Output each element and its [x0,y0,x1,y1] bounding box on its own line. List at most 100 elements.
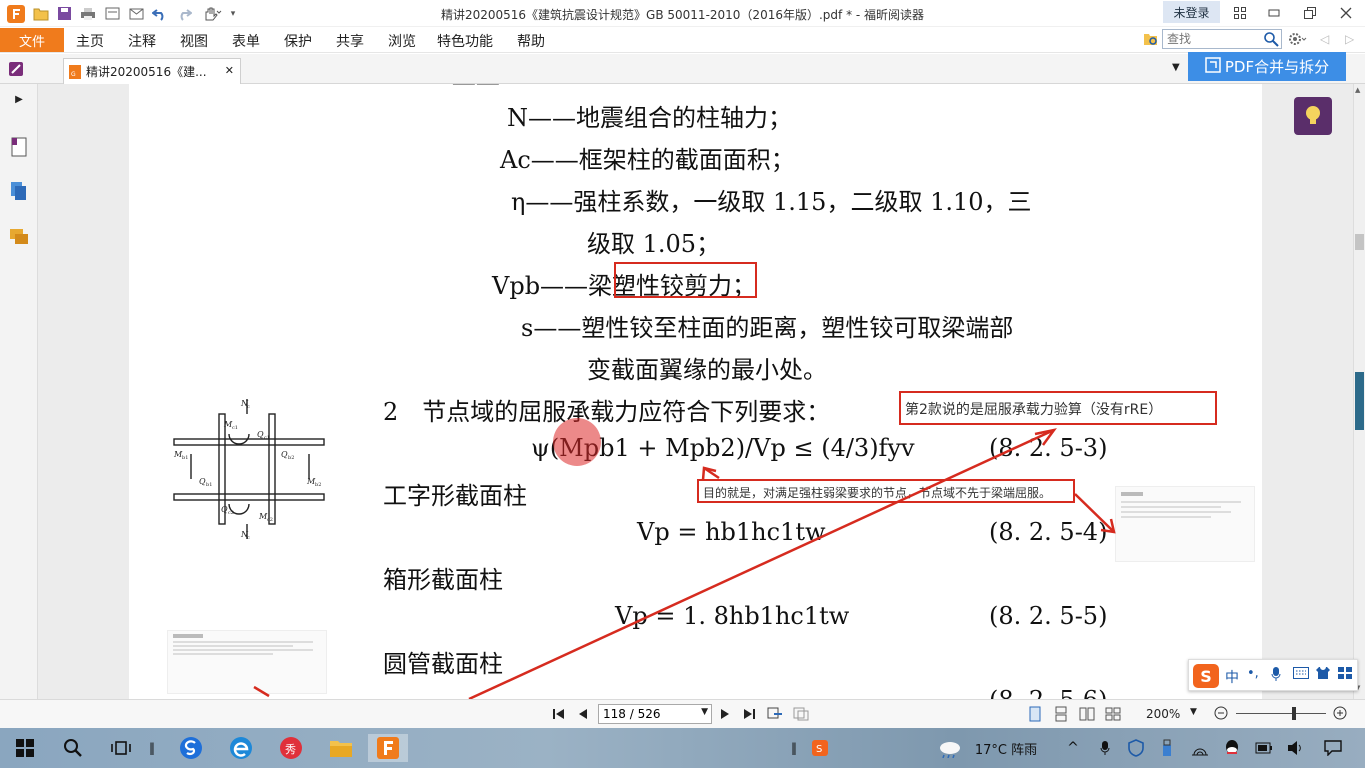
email-icon[interactable] [127,5,145,22]
zoom-in-icon[interactable] [1333,706,1347,723]
menu-browse[interactable]: 浏览 [388,31,416,51]
usb-device-tray-icon[interactable] [1158,734,1176,762]
menu-share[interactable]: 共享 [336,31,364,51]
pages-thumbnail-icon[interactable] [9,180,29,202]
extract-pages-icon[interactable] [766,706,784,722]
network-tray-icon[interactable] [1190,734,1210,762]
menu-help[interactable]: 帮助 [517,31,545,51]
menu-special-features[interactable]: 特色功能 [437,31,493,51]
ime-voice-icon[interactable] [1271,666,1281,685]
security-shield-tray-icon[interactable] [1126,734,1146,762]
action-center-icon[interactable] [1322,734,1344,762]
task-view-icon[interactable] [108,734,134,762]
svg-text:S: S [816,744,822,755]
zoom-level-value[interactable]: 200% [1146,707,1180,721]
undo-icon[interactable] [151,5,169,22]
first-page-icon[interactable] [550,706,568,722]
weather-icon[interactable] [936,734,964,762]
continuous-view-icon[interactable] [1052,706,1070,722]
tab-list-dropdown-icon[interactable]: ▼ [1172,62,1180,73]
file-explorer-icon[interactable] [326,734,356,762]
menu-protect[interactable]: 保护 [284,31,312,51]
minimize-icon[interactable] [1260,3,1288,23]
menu-home[interactable]: 主页 [76,31,104,51]
ime-toolbox-icon[interactable] [1337,666,1353,683]
bookmark-page-icon[interactable] [9,136,29,158]
merge-icon [1205,56,1221,77]
close-icon[interactable] [1332,3,1360,23]
svg-text:秀: 秀 [285,743,296,756]
page-dropdown-icon[interactable]: ▼ [701,707,708,717]
taskbar-divider: ‖ [149,741,155,755]
title-bar: ▾ 精讲20200516《建筑抗震设计规范》GB 50011-2010（2016… [0,0,1365,27]
save-icon[interactable] [55,5,73,22]
tips-lightbulb-button[interactable] [1294,97,1332,135]
search-icon[interactable] [1263,31,1279,50]
ime-punctuation-icon[interactable]: •, [1247,666,1259,681]
ime-mode-chinese[interactable]: 中 [1225,667,1239,687]
svg-text:G: G [71,71,76,78]
open-folder-icon[interactable] [32,5,50,22]
tab-close-icon[interactable]: ✕ [225,64,234,77]
pdf-merge-split-button[interactable]: PDF合并与拆分 [1188,52,1346,81]
windows-start-icon[interactable] [12,734,38,762]
menu-form[interactable]: 表单 [232,31,260,51]
insert-pages-icon[interactable] [792,706,810,722]
zoom-slider-thumb[interactable] [1292,707,1296,720]
sogou-tray-icon[interactable]: S [810,734,830,762]
sogou-logo-icon: S [1193,664,1219,688]
layout-grid-icon[interactable] [1226,3,1254,23]
xiuxiu-app-icon[interactable]: 秀 [276,734,306,762]
scrollbar-thumb[interactable] [1355,234,1364,250]
microphone-tray-icon[interactable] [1096,734,1114,762]
search-input[interactable] [1163,30,1263,48]
sogou-browser-icon[interactable] [176,734,206,762]
continuous-facing-view-icon[interactable] [1104,706,1122,722]
page-number-field[interactable]: ▼ [598,704,712,724]
single-page-view-icon[interactable] [1026,706,1044,722]
edge-browser-icon[interactable] [226,734,256,762]
find-folder-icon[interactable] [1143,31,1159,50]
restore-icon[interactable] [1296,3,1324,23]
page-number-input[interactable] [603,707,699,721]
foxit-reader-taskbar-icon[interactable] [368,734,408,762]
battery-tray-icon[interactable] [1254,734,1274,762]
document-tab[interactable]: G 精讲20200516《建... ✕ [63,58,241,84]
qq-tray-icon[interactable] [1222,734,1242,762]
zoom-dropdown-icon[interactable]: ▼ [1190,707,1197,717]
volume-tray-icon[interactable] [1286,734,1306,762]
zoom-out-icon[interactable] [1214,706,1228,723]
hand-tool-icon[interactable] [199,5,225,22]
ime-toolbar[interactable]: S 中 •, [1188,659,1358,691]
lightbulb-icon [1306,106,1320,124]
vertical-scrollbar[interactable]: ▲ ▼ [1353,84,1365,699]
nav-back-icon[interactable]: ◁ [1320,32,1329,46]
menu-view[interactable]: 视图 [180,31,208,51]
expand-panel-icon[interactable]: ▶ [9,88,29,110]
ime-skin-icon[interactable] [1315,666,1331,683]
login-button[interactable]: 未登录 [1163,1,1220,23]
tab-app-icon [8,61,24,80]
print-icon[interactable] [79,5,97,22]
search-field[interactable] [1162,29,1282,49]
weather-text[interactable]: 17°C 阵雨 [968,734,1044,762]
taskbar-search-icon[interactable] [60,734,86,762]
file-menu-button[interactable]: 文件 [0,28,64,52]
ime-keyboard-icon[interactable] [1293,667,1309,682]
redo-icon[interactable] [175,5,193,22]
nav-forward-icon[interactable]: ▷ [1345,32,1354,46]
comments-icon[interactable] [9,226,29,248]
customize-dropdown-icon[interactable]: ▾ [228,5,238,22]
zoom-slider-track[interactable] [1236,713,1326,714]
next-page-icon[interactable] [716,706,734,722]
last-page-icon[interactable] [740,706,758,722]
properties-icon[interactable] [103,5,121,22]
show-hidden-icons-icon[interactable]: ^ [1064,734,1082,762]
menu-comment[interactable]: 注释 [128,31,156,51]
windows-taskbar: ‖ 秀 ‖ S 17°C 阵雨 ^ [0,728,1365,768]
previous-page-icon[interactable] [574,706,592,722]
pdf-file-icon: G [68,64,82,83]
settings-gear-icon[interactable] [1287,31,1307,50]
app-logo-icon [6,4,26,23]
facing-view-icon[interactable] [1078,706,1096,722]
